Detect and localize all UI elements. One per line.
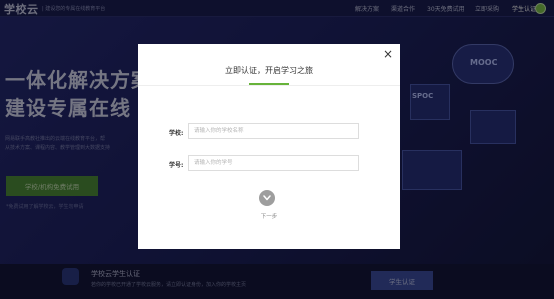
school-label: 学校: [169,130,184,137]
modal-title: 立即认证，开启学习之旅 [225,66,313,75]
title-divider [138,85,400,86]
student-id-input[interactable] [188,155,359,171]
verification-modal: × 立即认证，开启学习之旅 学校: 学号: 下一步 [138,44,400,249]
next-step-button[interactable] [259,190,275,206]
chevron-down-icon [263,195,271,201]
close-icon[interactable]: × [382,48,394,60]
next-step-label[interactable]: 下一步 [138,212,400,220]
school-input[interactable] [188,123,359,139]
student-id-label: 学号: [169,162,184,169]
